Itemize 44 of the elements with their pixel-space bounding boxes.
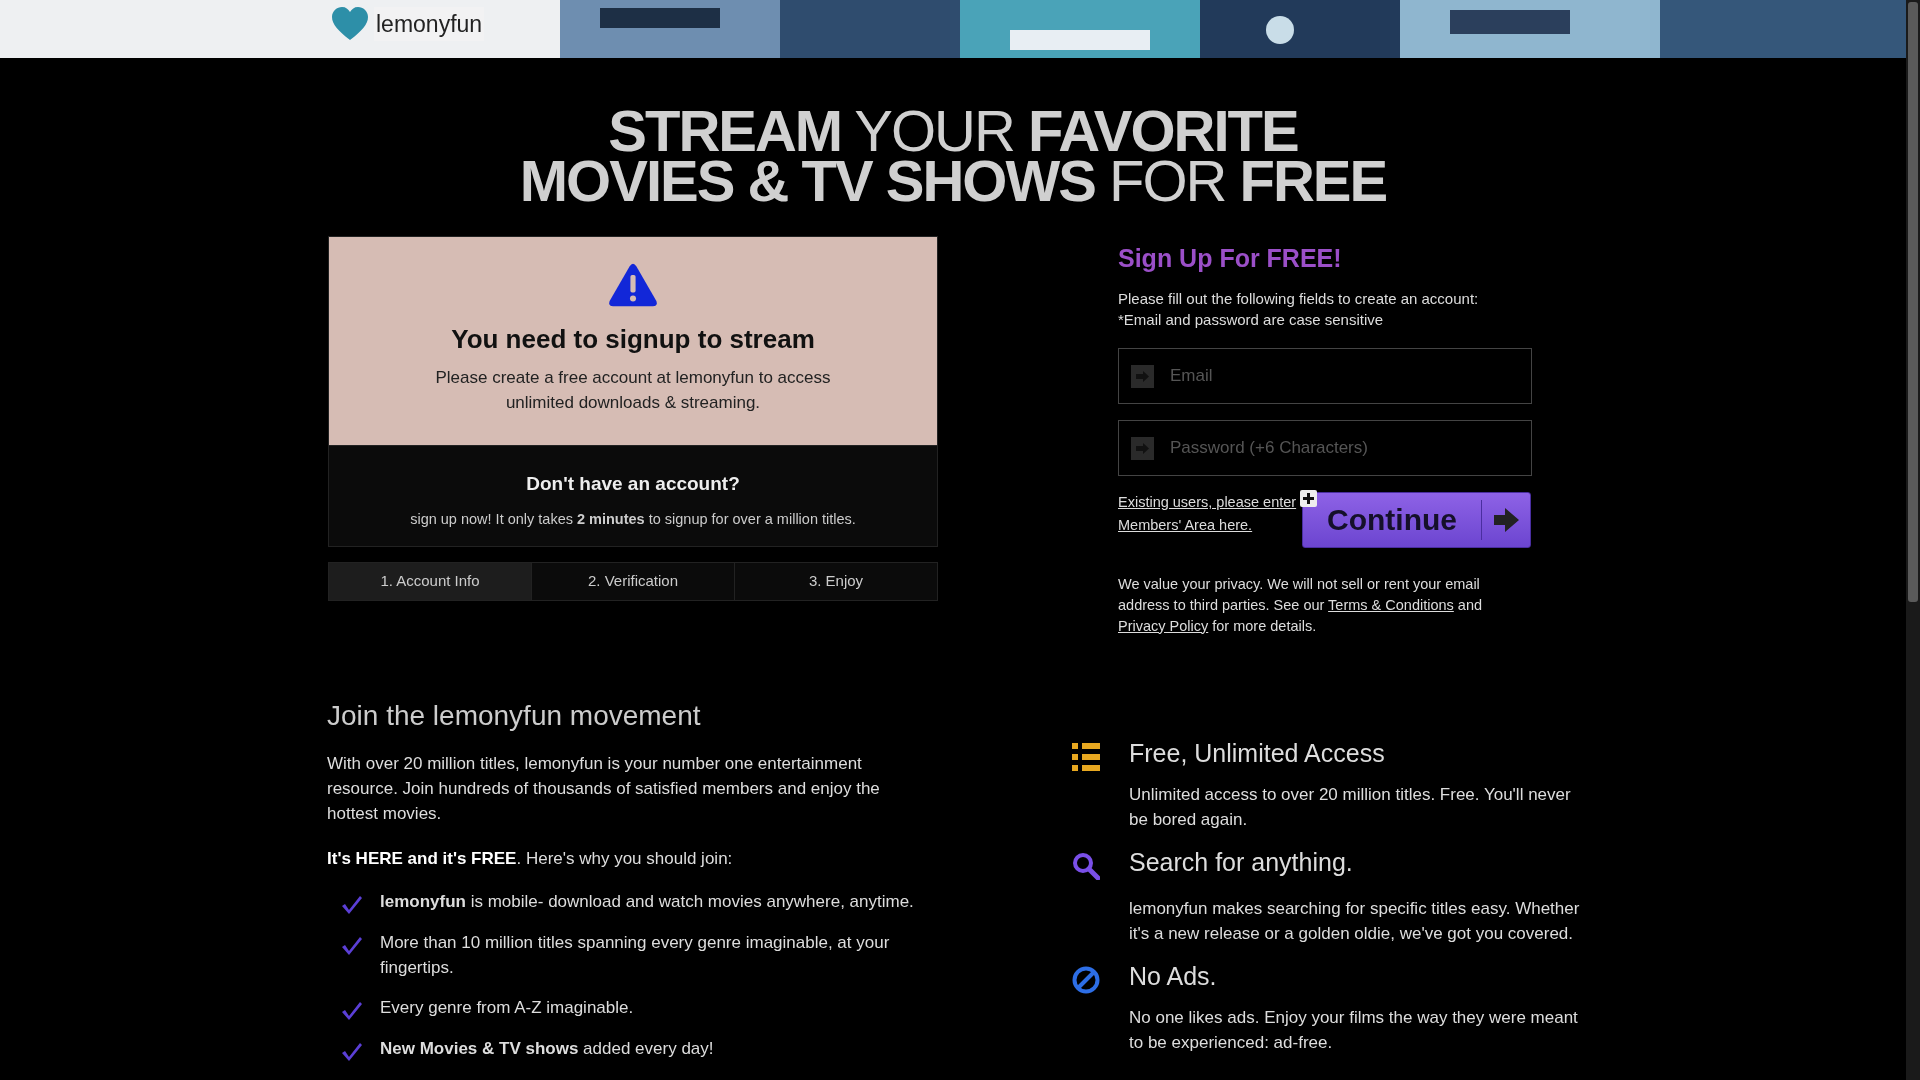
email-field[interactable]: Email bbox=[1118, 347, 1532, 404]
step-tab[interactable]: 1. Account Info bbox=[329, 563, 531, 600]
instruction-text: *Email and password are case sensitive bbox=[1118, 309, 1385, 330]
benefit-text: More than 10 million titles spanning every genre imaginable, at your fingertips. bbox=[380, 931, 891, 979]
headline: STREAM YOUR FAVORITE bbox=[608, 106, 1298, 156]
check-icon bbox=[341, 1000, 363, 1021]
prompt-text: sign up now! It only takes 2 minutes to signup for over a million titles. bbox=[410, 509, 856, 529]
benefit-text: New Movies & TV shows added every day! bbox=[380, 1037, 714, 1060]
signup-title: Sign Up For FREE! bbox=[1118, 243, 1343, 274]
feature-text: Unlimited access to over 20 million titles. Free. You'll never be bored again. bbox=[1129, 784, 1572, 831]
password-field[interactable]: Password (+6 Characters) bbox=[1118, 419, 1532, 476]
instruction-text: Please fill out the following fields to create an account: bbox=[1118, 288, 1480, 309]
headline: MOVIES & TV SHOWS FOR FREE bbox=[519, 156, 1387, 206]
privacy-link[interactable]: Privacy Policy bbox=[1118, 617, 1209, 634]
feature-title: Free, Unlimited Access bbox=[1129, 737, 1386, 769]
notice-message: Please create a free account at lemonyfun to access unlimited downloads & streaming. bbox=[434, 367, 832, 414]
privacy-text: We value your privacy. We will not sell or rent your email address to third parties. See our Terms & Conditions and Privacy Policy for more details. bbox=[1118, 574, 1484, 636]
check-icon bbox=[341, 894, 363, 915]
notice-title: You need to signup to stream bbox=[451, 323, 815, 356]
feature-title: No Ads. bbox=[1129, 960, 1218, 992]
lead-text: It's HERE and it's FREE. Here's why you should join: bbox=[327, 847, 734, 870]
check-icon bbox=[341, 1041, 363, 1062]
prohibited-icon bbox=[1072, 965, 1100, 994]
check-icon bbox=[341, 935, 363, 956]
feature-title: Search for anything. bbox=[1129, 847, 1354, 878]
benefit-text: lemonyfun is mobile- download and watch movies anywhere, anytime. bbox=[380, 890, 914, 913]
logo-link[interactable]: lemonyfun bbox=[374, 6, 485, 42]
feature-text: lemonyfun makes searching for specific titles easy. Whether it's a new release or a golden oldie, we've got you covered. bbox=[1129, 897, 1581, 945]
terms-link[interactable]: Terms & Conditions bbox=[1328, 596, 1454, 613]
members-link[interactable]: Existing users, please enter Members' Area here. bbox=[1118, 490, 1302, 537]
feature-text: No one likes ads. Enjoy your films the way they were meant to be experienced: ad-free. bbox=[1129, 1007, 1579, 1054]
scrollbar[interactable] bbox=[1906, 0, 1920, 1080]
step-tab[interactable]: 3. Enjoy bbox=[734, 563, 937, 600]
section-title: Join the lemonyfun movement bbox=[327, 698, 702, 733]
arrow-icon bbox=[1492, 505, 1520, 534]
heart-icon bbox=[330, 6, 370, 42]
intro-text: With over 20 million titles, lemonyfun is your number one entertainment resource. Join hundreds of thousands of satisfied members and enjoy the hottest movies. bbox=[327, 752, 881, 825]
step-tab[interactable]: 2. Verification bbox=[531, 563, 734, 600]
plus-icon bbox=[1300, 489, 1317, 507]
list-icon bbox=[1072, 742, 1100, 771]
prompt-title: Don't have an account? bbox=[526, 472, 740, 496]
continue-button[interactable]: Continue bbox=[1302, 491, 1531, 548]
search-icon bbox=[1072, 852, 1100, 880]
benefit-text: Every genre from A-Z imaginable. bbox=[380, 996, 634, 1019]
